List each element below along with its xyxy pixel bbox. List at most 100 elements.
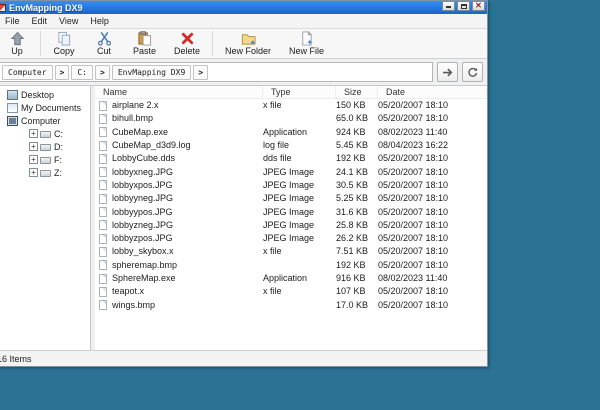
toolbar-button-new-file[interactable]: New File [280,30,333,57]
maximize-button[interactable] [457,1,470,11]
column-header-date[interactable]: Date [378,86,487,98]
file-row[interactable]: wings.bmp17.0 KB05/20/2007 18:10 [95,298,487,311]
tree-item-label: Computer [21,116,61,126]
items-count: 16 Items [0,354,32,364]
file-name: CubeMap.exe [112,126,168,139]
file-row[interactable]: CubeMap_d3d9.loglog file5.45 KB08/04/202… [95,139,487,152]
tree-expander-icon[interactable]: + [29,142,38,151]
toolbar-button-label: Delete [174,46,200,56]
tree-expander-icon[interactable]: + [29,129,38,138]
menu-item-view[interactable]: View [53,15,84,27]
main-area: DesktopMy DocumentsComputer+C:+D:+F:+Z: … [0,86,487,350]
file-date: 08/02/2023 11:40 [378,272,487,285]
breadcrumb-chevron[interactable]: > [95,65,110,80]
menu-item-file[interactable]: File [0,15,26,27]
file-row[interactable]: lobbyzpos.JPGJPEG Image26.2 KB05/20/2007… [95,232,487,245]
tree-item-c[interactable]: +C: [0,127,90,140]
file-size: 24.1 KB [336,166,378,179]
toolbar-button-cut[interactable]: Cut [84,30,124,57]
tree-expander-icon[interactable]: + [29,168,38,177]
file-row[interactable]: SphereMap.exeApplication916 KB08/02/2023… [95,272,487,285]
file-explorer-window: EnvMapping DX9 ✕ FileEditViewHelp Up Copy… [0,0,488,367]
breadcrumb-chevron[interactable]: > [55,65,70,80]
toolbar-button-new-folder[interactable]: New Folder [216,30,280,57]
toolbar-button-delete[interactable]: Delete [165,30,209,57]
tree-item-z[interactable]: +Z: [0,166,90,179]
file-size: 924 KB [336,126,378,139]
file-size: 192 KB [336,259,378,272]
go-button[interactable] [437,62,458,82]
file-row[interactable]: lobbyxpos.JPGJPEG Image30.5 KB05/20/2007… [95,179,487,192]
tree-expander-icon[interactable]: + [29,155,38,164]
column-header-type[interactable]: Type [263,86,336,98]
file-name: lobbyzpos.JPG [112,232,173,245]
file-row[interactable]: teapot.xx file107 KB05/20/2007 18:10 [95,285,487,298]
breadcrumb[interactable]: Computer>C:>EnvMapping DX9> [0,62,433,82]
file-row[interactable]: CubeMap.exeApplication924 KB08/02/2023 1… [95,126,487,139]
toolbar-button-label: Copy [53,46,74,56]
file-type: log file [263,139,336,152]
column-header-size[interactable]: Size [336,86,378,98]
file-row[interactable]: airplane 2.xx file150 KB05/20/2007 18:10 [95,99,487,112]
file-date: 05/20/2007 18:10 [378,206,487,219]
close-button[interactable]: ✕ [472,1,485,11]
breadcrumb-segment-envmapping-dx9[interactable]: EnvMapping DX9 [112,65,191,80]
file-icon [99,167,107,177]
tree-item-my-documents[interactable]: My Documents [0,101,90,114]
breadcrumb-segment-c[interactable]: C: [71,65,93,80]
column-header-name[interactable]: Name [95,86,263,98]
file-row[interactable]: lobbyzneg.JPGJPEG Image25.8 KB05/20/2007… [95,219,487,232]
file-row[interactable]: bihull.bmp65.0 KB05/20/2007 18:10 [95,112,487,125]
file-row[interactable]: lobbyyneg.JPGJPEG Image5.25 KB05/20/2007… [95,192,487,205]
file-type: x file [263,245,336,258]
file-row[interactable]: lobbyypos.JPGJPEG Image31.6 KB05/20/2007… [95,205,487,218]
menu-item-edit[interactable]: Edit [26,15,54,27]
file-row[interactable]: lobbyxneg.JPGJPEG Image24.1 KB05/20/2007… [95,165,487,178]
file-row[interactable]: lobby_skybox.xx file7.51 KB05/20/2007 18… [95,245,487,258]
documents-icon [7,103,18,113]
drive-icon [40,170,51,177]
minimize-button[interactable] [442,1,455,11]
tree-item-label: D: [54,142,63,152]
tree-item-label: Desktop [21,90,54,100]
breadcrumb-chevron[interactable]: > [193,65,208,80]
refresh-button[interactable] [462,62,483,82]
breadcrumb-segment-computer[interactable]: Computer [2,65,53,80]
title-bar[interactable]: EnvMapping DX9 ✕ [0,1,487,14]
file-name-cell: CubeMap.exe [95,126,263,139]
menu-item-help[interactable]: Help [84,15,115,27]
file-size: 5.45 KB [336,139,378,152]
tree-item-f[interactable]: +F: [0,153,90,166]
toolbar-button-up[interactable]: Up [0,30,37,57]
toolbar-button-copy[interactable]: Copy [44,30,84,57]
file-list-panel: NameTypeSizeDate airplane 2.xx file150 K… [95,86,487,350]
file-icon [99,114,107,124]
file-row[interactable]: spheremap.bmp192 KB05/20/2007 18:10 [95,259,487,272]
file-size: 26.2 KB [336,232,378,245]
toolbar-button-label: Paste [133,46,156,56]
file-size: 150 KB [336,99,378,112]
file-name: bihull.bmp [112,112,153,125]
tree-item-desktop[interactable]: Desktop [0,88,90,101]
address-bar: Computer>C:>EnvMapping DX9> [0,59,487,86]
tree-item-d[interactable]: + D: [0,140,90,153]
file-date: 05/20/2007 18:10 [378,259,487,272]
file-date: 05/20/2007 18:10 [378,219,487,232]
file-size: 31.6 KB [336,206,378,219]
tree-item-computer[interactable]: Computer [0,114,90,127]
go-arrow-icon [441,66,454,79]
file-icon [99,274,107,284]
file-size: 25.8 KB [336,219,378,232]
toolbar-separator [212,31,213,56]
toolbar-button-paste[interactable]: Paste [124,30,165,57]
file-icon [99,247,107,257]
file-name: lobbyypos.JPG [112,206,173,219]
file-name-cell: bihull.bmp [95,112,263,125]
file-name: lobbyyneg.JPG [112,192,173,205]
file-row[interactable]: LobbyCube.ddsdds file192 KB05/20/2007 18… [95,152,487,165]
file-date: 05/20/2007 18:10 [378,192,487,205]
cut-icon [97,31,112,46]
toolbar-button-label: New Folder [225,46,271,56]
file-date: 05/20/2007 18:10 [378,99,487,112]
folder-tree: DesktopMy DocumentsComputer+C:+D:+F:+Z: [0,86,91,350]
